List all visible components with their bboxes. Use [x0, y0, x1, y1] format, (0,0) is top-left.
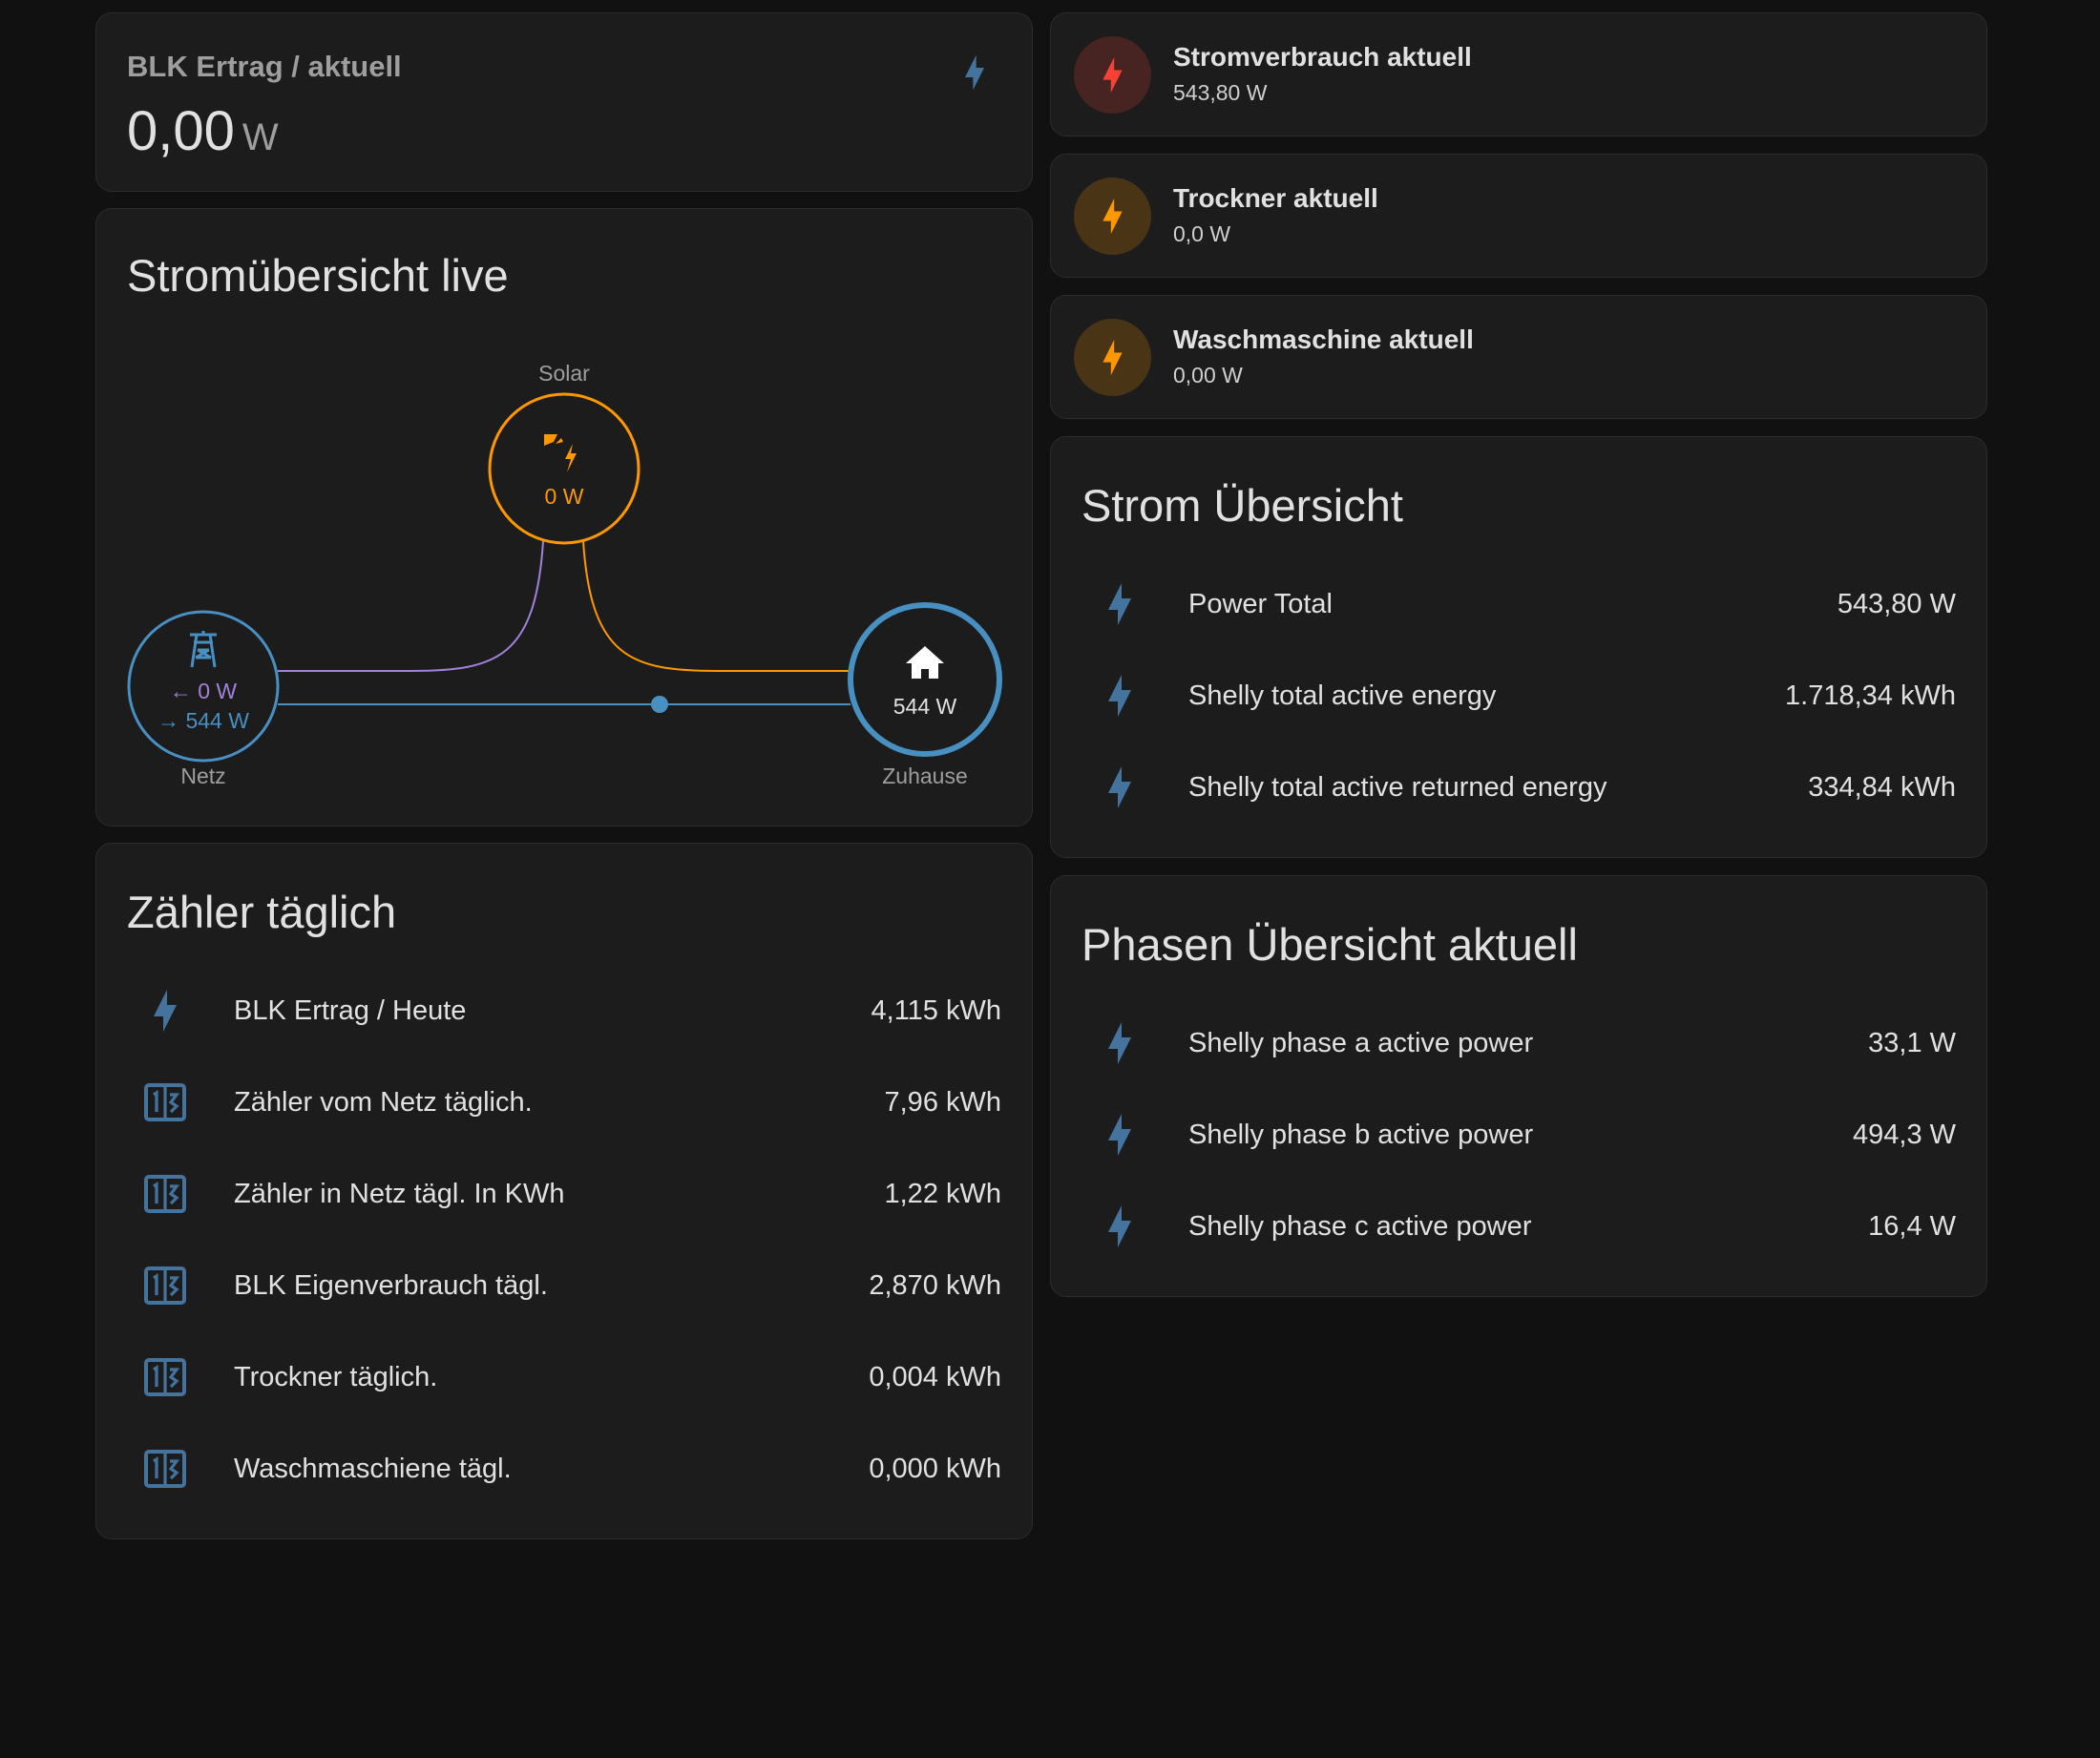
counter-icon — [144, 1358, 186, 1396]
counter-icon — [144, 1175, 186, 1213]
entity-value: 334,84 kWh — [1808, 772, 1956, 803]
sensor-value: 0,00 W — [127, 99, 279, 163]
solar-power-icon — [544, 434, 577, 472]
grid-consume-value: 544 W — [185, 708, 249, 733]
entity-value: 4,115 kWh — [871, 995, 1001, 1026]
solar-value: 0 W — [545, 484, 584, 509]
entity-value: 7,96 kWh — [884, 1087, 1002, 1118]
lightning-bolt-icon — [1108, 1022, 1131, 1064]
entity-name: Waschmaschiene tägl. — [234, 1454, 512, 1484]
solar-to-grid-line — [278, 540, 544, 672]
entity-value: 1,22 kWh — [884, 1179, 1002, 1209]
entity-value: 16,4 W — [1868, 1211, 1956, 1242]
tile-name: Trockner aktuell — [1173, 183, 1378, 213]
daily-counters-card: Zähler täglich BLK Ertrag / Heute 4,115 … — [95, 843, 1033, 1539]
entity-value: 33,1 W — [1868, 1028, 1956, 1058]
entity-row-zaehler-in-netz[interactable]: Zähler in Netz tägl. In KWh 1,22 kWh — [127, 1165, 1001, 1223]
entity-row-shelly-phase-a[interactable]: Shelly phase a active power 33,1 W — [1082, 1015, 1956, 1072]
entity-name: BLK Ertrag / Heute — [234, 995, 467, 1026]
daily-card-title: Zähler täglich — [127, 887, 397, 937]
sensor-unit: W — [242, 116, 279, 158]
home-label: Zuhause — [882, 764, 968, 788]
entity-name: BLK Eigenverbrauch tägl. — [234, 1270, 548, 1301]
entity-value: 0,000 kWh — [869, 1454, 1001, 1484]
lightning-bolt-icon — [1108, 1114, 1131, 1156]
lightning-bolt-icon[interactable] — [1074, 178, 1151, 255]
entity-row-waschmaschiene-taeglich[interactable]: Waschmaschiene tägl. 0,000 kWh — [127, 1440, 1001, 1497]
solar-node[interactable] — [488, 392, 640, 545]
tile-state: 0,00 W — [1173, 363, 1243, 387]
entity-name: Power Total — [1188, 589, 1333, 619]
lightning-bolt-icon — [965, 54, 984, 91]
strom-uebersicht-card: Strom Übersicht Power Total 543,80 W She… — [1050, 436, 1987, 858]
entity-name: Shelly total active energy — [1188, 680, 1497, 711]
tile-stromverbrauch-aktuell[interactable]: Stromverbrauch aktuell 543,80 W — [1050, 12, 1987, 136]
entity-value: 494,3 W — [1853, 1120, 1956, 1150]
entity-row-shelly-phase-c[interactable]: Shelly phase c active power 16,4 W — [1082, 1198, 1956, 1255]
blk-ertrag-sensor-card[interactable]: BLK Ertrag / aktuell 0,00 W — [95, 12, 1033, 192]
entity-name: Zähler in Netz tägl. In KWh — [234, 1179, 565, 1209]
grid-consume-arrow: → — [158, 708, 185, 733]
grid-return-value: 0 W — [198, 679, 237, 703]
sensor-value-number: 0,00 — [127, 100, 235, 162]
grid-return-arrow: ← — [170, 679, 198, 703]
entity-name: Shelly phase b active power — [1188, 1120, 1534, 1150]
lightning-bolt-icon[interactable] — [1074, 36, 1151, 114]
lightning-bolt-icon — [1108, 583, 1131, 625]
grid-return-text: ← 0 W — [170, 679, 238, 703]
entity-row-trockner-taeglich[interactable]: Trockner täglich. 0,004 kWh — [127, 1349, 1001, 1406]
transmission-tower-icon — [190, 631, 217, 668]
entity-name: Shelly total active returned energy — [1188, 772, 1607, 803]
lightning-bolt-icon — [1108, 675, 1131, 717]
entity-value: 2,870 kWh — [869, 1270, 1001, 1301]
entity-name: Trockner täglich. — [234, 1362, 438, 1392]
entity-value: 0,004 kWh — [869, 1362, 1001, 1392]
power-flow-diagram: Solar 0 W ← 0 W → 544 W Netz 544 W Zuhau… — [127, 361, 1002, 788]
counter-icon — [144, 1266, 186, 1305]
phasen-uebersicht-card: Phasen Übersicht aktuell Shelly phase a … — [1050, 875, 1987, 1297]
counter-icon — [144, 1083, 186, 1121]
entity-row-shelly-phase-b[interactable]: Shelly phase b active power 494,3 W — [1082, 1106, 1956, 1163]
entity-name: Shelly phase a active power — [1188, 1028, 1534, 1058]
tile-state: 543,80 W — [1173, 80, 1268, 105]
entity-value: 543,80 W — [1837, 589, 1956, 619]
home-icon — [906, 646, 944, 679]
strom-card-title: Strom Übersicht — [1082, 480, 1403, 531]
home-value: 544 W — [893, 694, 957, 719]
flow-dot — [651, 696, 668, 713]
entity-row-blk-ertrag-heute[interactable]: BLK Ertrag / Heute 4,115 kWh — [127, 982, 1001, 1039]
lightning-bolt-icon — [1108, 1205, 1131, 1247]
entity-row-shelly-total-active-energy[interactable]: Shelly total active energy 1.718,34 kWh — [1082, 667, 1956, 724]
tile-name: Stromverbrauch aktuell — [1173, 42, 1472, 72]
entity-row-zaehler-vom-netz[interactable]: Zähler vom Netz täglich. 7,96 kWh — [127, 1074, 1001, 1131]
entity-name: Zähler vom Netz täglich. — [234, 1087, 533, 1118]
tile-trockner-aktuell[interactable]: Trockner aktuell 0,0 W — [1050, 154, 1987, 278]
entity-name: Shelly phase c active power — [1188, 1211, 1532, 1242]
tile-waschmaschine-aktuell[interactable]: Waschmaschine aktuell 0,00 W — [1050, 295, 1987, 419]
grid-label: Netz — [180, 764, 225, 788]
tile-state: 0,0 W — [1173, 221, 1231, 246]
sensor-name: BLK Ertrag / aktuell — [127, 50, 402, 83]
lightning-bolt-icon — [1108, 766, 1131, 808]
entity-row-blk-eigenverbrauch[interactable]: BLK Eigenverbrauch tägl. 2,870 kWh — [127, 1257, 1001, 1314]
phasen-card-title: Phasen Übersicht aktuell — [1082, 919, 1578, 970]
tile-name: Waschmaschine aktuell — [1173, 324, 1474, 354]
home-node[interactable] — [848, 602, 1002, 757]
counter-icon — [144, 1450, 186, 1488]
entity-value: 1.718,34 kWh — [1785, 680, 1956, 711]
power-flow-card: Stromübersicht live Solar 0 W ← 0 W → 54… — [95, 208, 1033, 827]
entity-row-shelly-total-returned-energy[interactable]: Shelly total active returned energy 334,… — [1082, 759, 1956, 816]
lightning-bolt-icon[interactable] — [1074, 319, 1151, 396]
grid-consume-text: → 544 W — [158, 708, 249, 733]
lightning-bolt-icon — [154, 990, 177, 1032]
solar-label: Solar — [538, 361, 590, 386]
entity-row-power-total[interactable]: Power Total 543,80 W — [1082, 576, 1956, 633]
solar-to-home-line — [582, 540, 850, 672]
